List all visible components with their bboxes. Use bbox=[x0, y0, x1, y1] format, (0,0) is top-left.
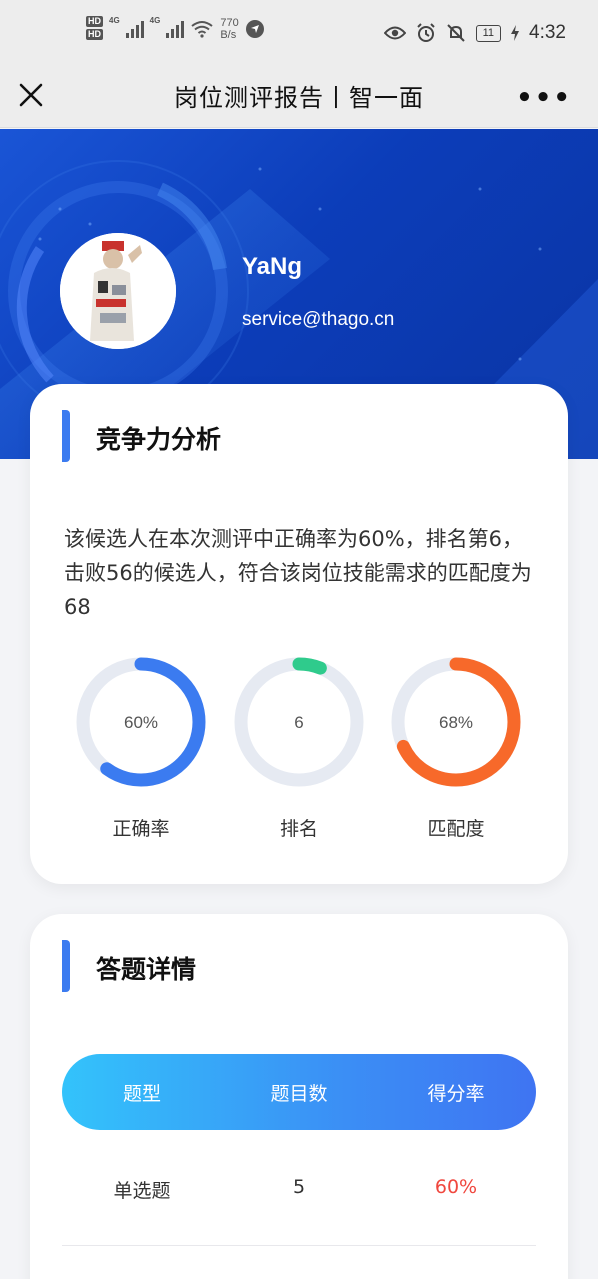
eye-icon bbox=[383, 26, 406, 40]
alarm-icon bbox=[416, 23, 435, 42]
user-name: YaNg bbox=[242, 253, 303, 280]
ring-label: 排名 bbox=[279, 818, 318, 840]
user-email: service@thago.cn bbox=[242, 309, 395, 330]
metric-ring: 60% 正确率 bbox=[61, 652, 221, 841]
table-header: 题型 题目数 得分率 bbox=[62, 1054, 536, 1130]
page-title: 岗位测评报告丨智一面 bbox=[174, 84, 424, 112]
4g-icon-2: 4G bbox=[149, 16, 161, 25]
metric-rings: 60% 正确率 6 排名 68% 匹配度 bbox=[30, 652, 568, 852]
cell-question-count: 5 bbox=[292, 1176, 306, 1198]
clock-time: 4:32 bbox=[529, 22, 566, 43]
donut-chart: 60% bbox=[76, 657, 206, 787]
donut-chart: 6 bbox=[234, 657, 364, 787]
4g-icon: 4G bbox=[109, 16, 120, 25]
ring-value: 68% bbox=[439, 713, 473, 732]
ring-label: 正确率 bbox=[112, 818, 170, 840]
competitiveness-card: 竞争力分析 该候选人在本次测评中正确率为60%，排名第6，击败56的候选人，符合… bbox=[30, 384, 568, 884]
ring-value: 60% bbox=[124, 713, 158, 732]
cell-score-rate: 60% bbox=[434, 1176, 478, 1198]
ring-label: 匹配度 bbox=[427, 818, 485, 840]
column-header-rate: 得分率 bbox=[427, 1083, 485, 1105]
column-header-count: 题目数 bbox=[270, 1083, 328, 1105]
table-row: 单选题 5 60% bbox=[62, 1150, 536, 1246]
signal-icon-2 bbox=[166, 20, 185, 38]
donut-chart: 68% bbox=[391, 657, 521, 787]
card-accent-bar bbox=[62, 940, 70, 992]
column-header-type: 题型 bbox=[122, 1083, 161, 1105]
more-options-icon[interactable]: ••• bbox=[516, 83, 572, 113]
status-right: 11 4:32 bbox=[383, 22, 566, 44]
cell-question-type: 单选题 bbox=[113, 1180, 171, 1202]
speed-unit: B/s bbox=[220, 29, 237, 41]
metric-ring: 6 排名 bbox=[219, 652, 379, 841]
nav-bar: 岗位测评报告丨智一面 ••• bbox=[0, 64, 598, 128]
card-accent-bar bbox=[62, 410, 70, 462]
app-notification-icon bbox=[245, 20, 264, 38]
card-title: 竞争力分析 bbox=[96, 425, 222, 454]
wifi-icon bbox=[191, 21, 213, 38]
mute-bell-icon bbox=[446, 24, 465, 42]
hd-icon: HD HD bbox=[86, 16, 103, 40]
analysis-description: 该候选人在本次测评中正确率为60%，排名第6，击败56的候选人，符合该岗位技能需… bbox=[64, 527, 532, 619]
ring-value: 6 bbox=[294, 713, 303, 732]
card-title: 答题详情 bbox=[96, 955, 197, 984]
signal-icon bbox=[125, 20, 144, 38]
speed-value: 770 bbox=[220, 17, 239, 29]
avatar-image bbox=[60, 233, 176, 349]
avatar bbox=[60, 233, 176, 349]
network-speed: 770 B/s bbox=[220, 17, 238, 41]
status-left: HD HD 4G 4G 770 B/s bbox=[86, 16, 265, 42]
charging-icon bbox=[511, 25, 520, 41]
answer-details-card: 答题详情 题型 题目数 得分率 单选题 5 60% bbox=[30, 914, 568, 1279]
status-bar: HD HD 4G 4G 770 B/s 11 4:32 bbox=[0, 0, 598, 64]
battery-icon: 11 bbox=[475, 24, 502, 42]
metric-ring: 68% 匹配度 bbox=[376, 652, 536, 841]
